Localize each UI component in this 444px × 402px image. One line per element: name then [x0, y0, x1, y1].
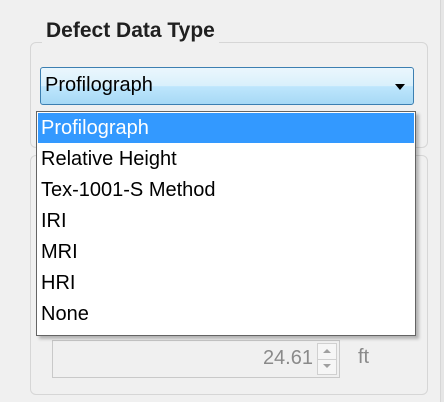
group-title: Defect Data Type: [42, 19, 219, 43]
dropdown-option-relative-height[interactable]: Relative Height: [38, 144, 414, 174]
dropdown-option-profilograph[interactable]: Profilograph: [38, 113, 414, 143]
adjacent-panel-edge: [440, 0, 444, 402]
dropdown-option-none[interactable]: None: [38, 299, 414, 329]
dropdown-option-tex-1001-s-method[interactable]: Tex-1001-S Method: [38, 175, 414, 205]
spinner-up-button[interactable]: [318, 344, 336, 360]
dropdown-option-mri[interactable]: MRI: [38, 237, 414, 267]
spinner-value: 24.61: [262, 347, 313, 369]
dropdown-option-hri[interactable]: HRI: [38, 268, 414, 298]
defect-data-type-dropdown-list: Profilograph Relative Height Tex-1001-S …: [36, 111, 416, 336]
combobox-selected-value: Profilograph: [45, 74, 153, 96]
chevron-down-icon[interactable]: [395, 84, 405, 90]
distance-spinner[interactable]: 24.61: [52, 340, 340, 378]
spinner-down-button[interactable]: [318, 359, 336, 374]
screen: Defect Data Type Profilograph Profilogra…: [0, 0, 444, 402]
spinner-buttons: [317, 343, 337, 375]
unit-label: ft: [358, 346, 370, 368]
arrow-up-icon: [323, 349, 331, 353]
defect-data-type-combobox[interactable]: Profilograph: [40, 67, 414, 105]
arrow-down-icon: [323, 364, 331, 368]
dropdown-option-iri[interactable]: IRI: [38, 206, 414, 236]
